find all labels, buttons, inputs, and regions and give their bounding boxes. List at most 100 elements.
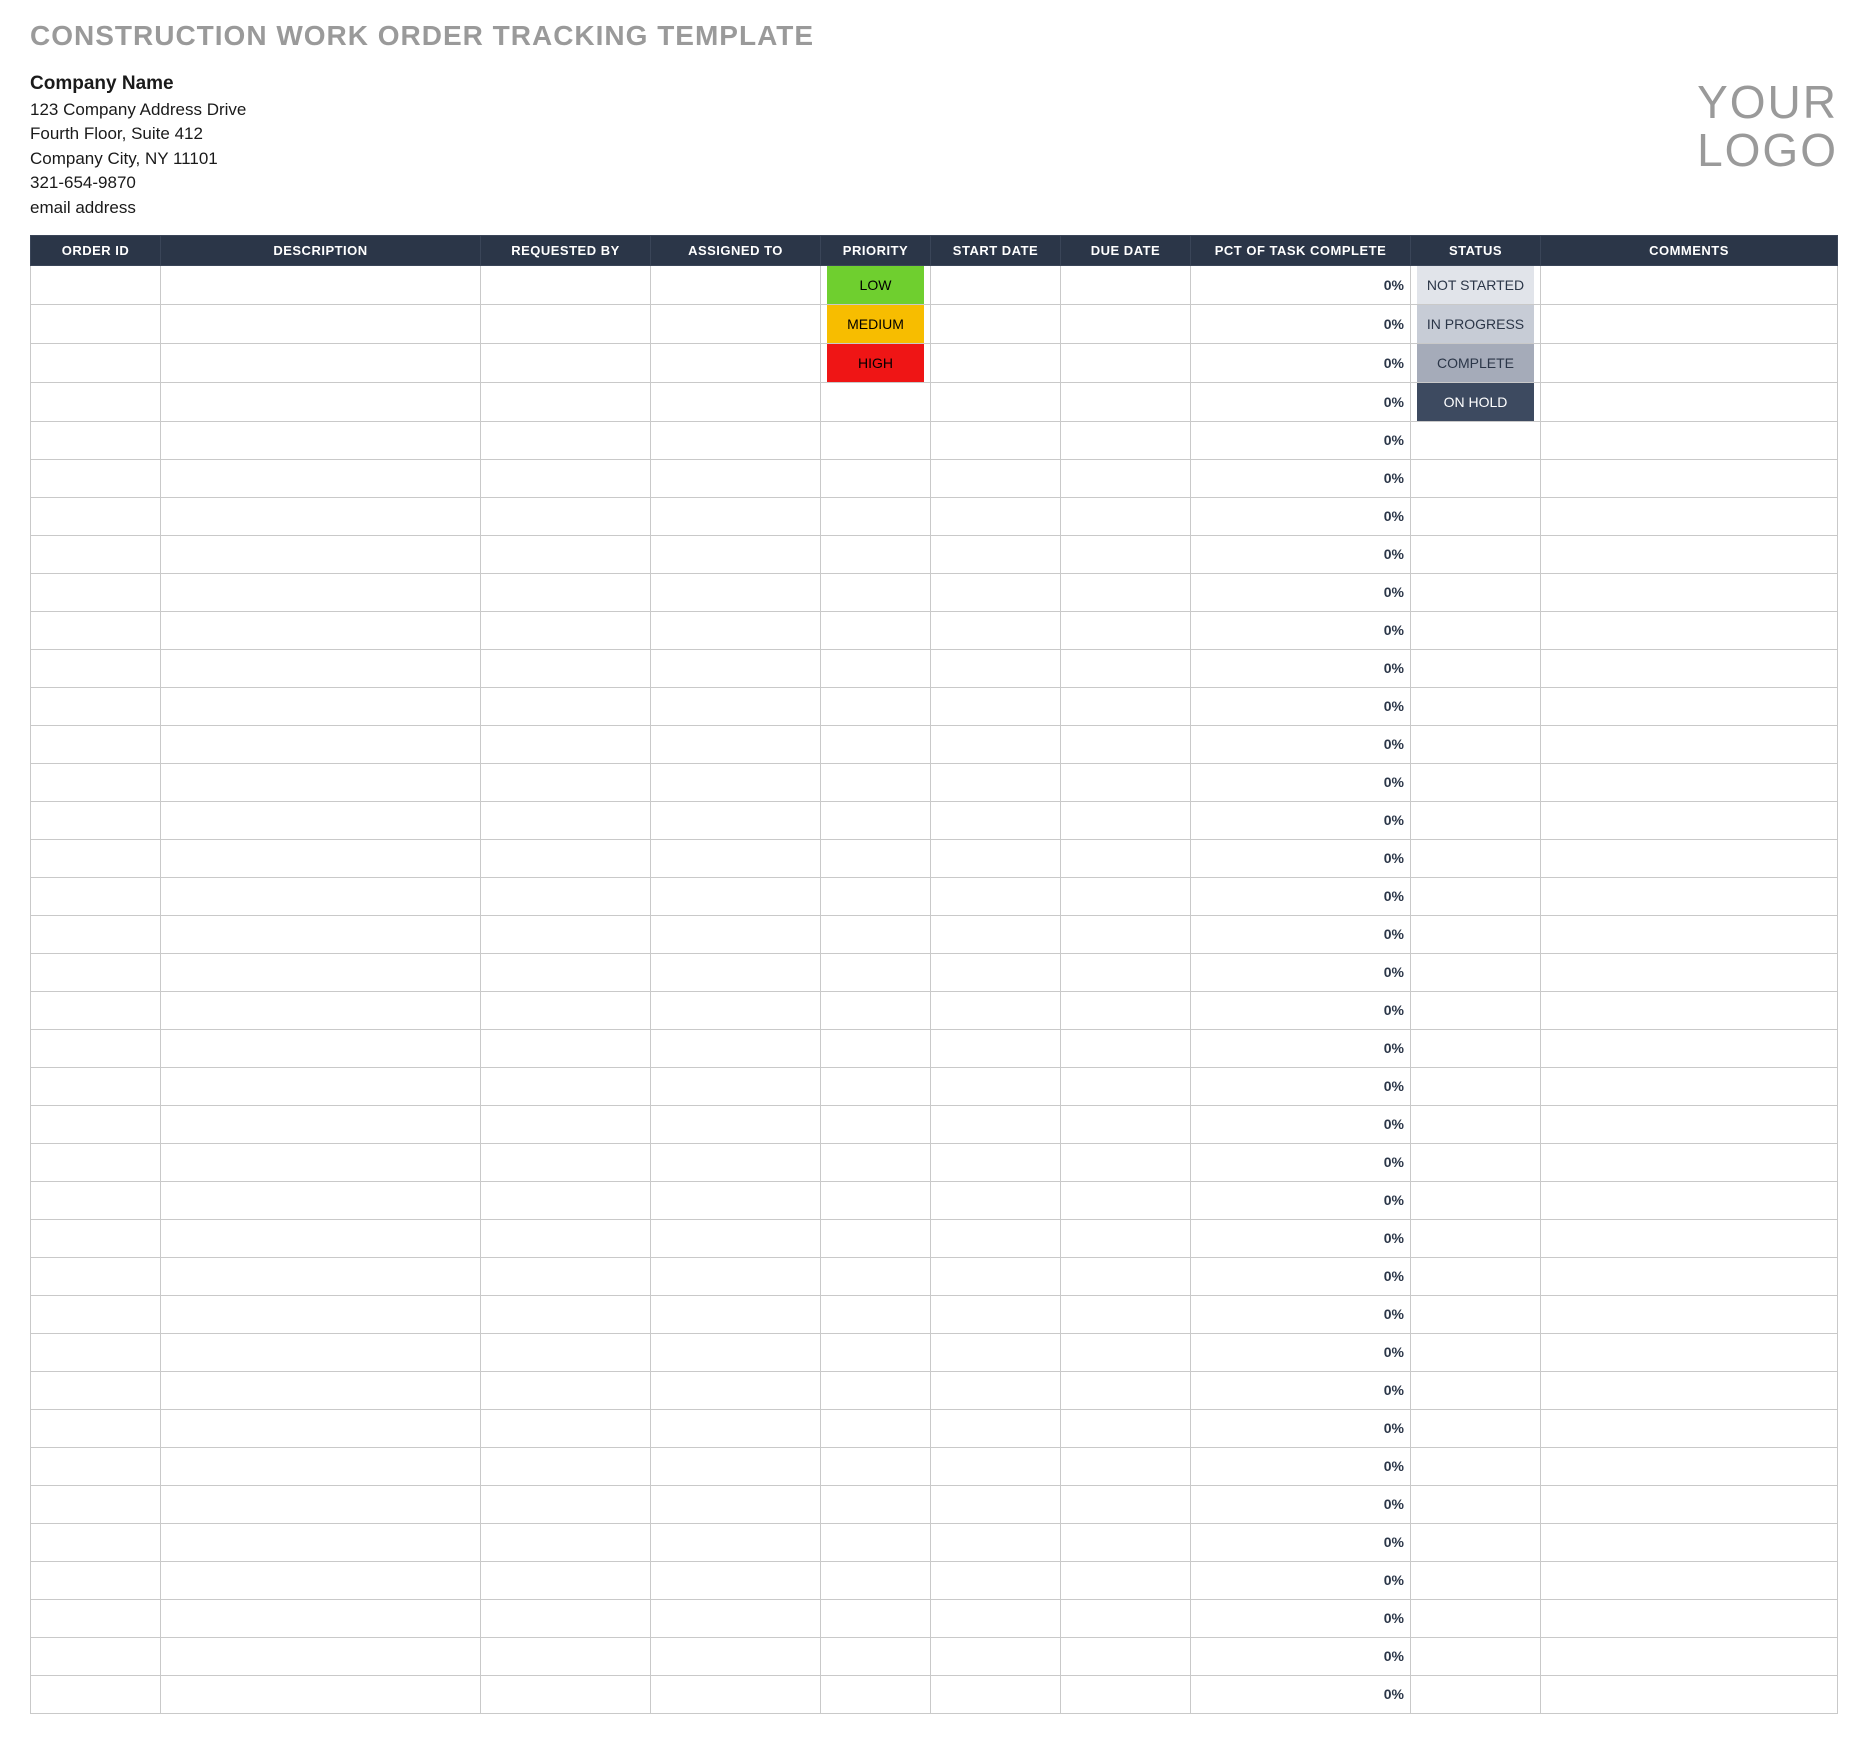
cell-comments[interactable] xyxy=(1541,687,1838,725)
cell-pct-complete[interactable]: 0% xyxy=(1191,535,1411,573)
cell-assigned-to[interactable] xyxy=(651,991,821,1029)
cell-pct-complete[interactable]: 0% xyxy=(1191,1485,1411,1523)
cell-description[interactable] xyxy=(161,1295,481,1333)
cell-comments[interactable] xyxy=(1541,535,1838,573)
cell-assigned-to[interactable] xyxy=(651,1523,821,1561)
cell-start-date[interactable] xyxy=(931,1523,1061,1561)
cell-requested-by[interactable] xyxy=(481,915,651,953)
cell-pct-complete[interactable]: 0% xyxy=(1191,1029,1411,1067)
cell-assigned-to[interactable] xyxy=(651,535,821,573)
cell-start-date[interactable] xyxy=(931,1181,1061,1219)
cell-start-date[interactable] xyxy=(931,1485,1061,1523)
cell-pct-complete[interactable]: 0% xyxy=(1191,1257,1411,1295)
cell-pct-complete[interactable]: 0% xyxy=(1191,1067,1411,1105)
cell-assigned-to[interactable] xyxy=(651,1447,821,1485)
cell-status[interactable] xyxy=(1411,1371,1541,1409)
cell-assigned-to[interactable] xyxy=(651,687,821,725)
cell-order-id[interactable] xyxy=(31,1599,161,1637)
cell-status[interactable] xyxy=(1411,991,1541,1029)
cell-start-date[interactable] xyxy=(931,649,1061,687)
cell-pct-complete[interactable]: 0% xyxy=(1191,382,1411,421)
cell-comments[interactable] xyxy=(1541,1029,1838,1067)
cell-requested-by[interactable] xyxy=(481,763,651,801)
cell-assigned-to[interactable] xyxy=(651,459,821,497)
cell-description[interactable] xyxy=(161,1485,481,1523)
cell-assigned-to[interactable] xyxy=(651,1599,821,1637)
cell-pct-complete[interactable]: 0% xyxy=(1191,915,1411,953)
cell-due-date[interactable] xyxy=(1061,1333,1191,1371)
cell-description[interactable] xyxy=(161,459,481,497)
cell-start-date[interactable] xyxy=(931,877,1061,915)
cell-start-date[interactable] xyxy=(931,687,1061,725)
cell-description[interactable] xyxy=(161,953,481,991)
cell-requested-by[interactable] xyxy=(481,801,651,839)
cell-start-date[interactable] xyxy=(931,611,1061,649)
cell-description[interactable] xyxy=(161,725,481,763)
cell-pct-complete[interactable]: 0% xyxy=(1191,763,1411,801)
cell-due-date[interactable] xyxy=(1061,265,1191,304)
cell-description[interactable] xyxy=(161,1181,481,1219)
cell-comments[interactable] xyxy=(1541,265,1838,304)
cell-priority[interactable] xyxy=(821,497,931,535)
cell-description[interactable] xyxy=(161,382,481,421)
cell-pct-complete[interactable]: 0% xyxy=(1191,573,1411,611)
cell-due-date[interactable] xyxy=(1061,497,1191,535)
cell-start-date[interactable] xyxy=(931,1599,1061,1637)
cell-assigned-to[interactable] xyxy=(651,725,821,763)
cell-description[interactable] xyxy=(161,1067,481,1105)
cell-due-date[interactable] xyxy=(1061,459,1191,497)
cell-pct-complete[interactable]: 0% xyxy=(1191,304,1411,343)
cell-comments[interactable] xyxy=(1541,763,1838,801)
cell-due-date[interactable] xyxy=(1061,1485,1191,1523)
cell-status[interactable] xyxy=(1411,1409,1541,1447)
cell-due-date[interactable] xyxy=(1061,382,1191,421)
cell-start-date[interactable] xyxy=(931,991,1061,1029)
cell-pct-complete[interactable]: 0% xyxy=(1191,1371,1411,1409)
cell-priority[interactable]: HIGH xyxy=(821,343,931,382)
cell-assigned-to[interactable] xyxy=(651,763,821,801)
cell-status[interactable] xyxy=(1411,573,1541,611)
cell-comments[interactable] xyxy=(1541,649,1838,687)
cell-pct-complete[interactable]: 0% xyxy=(1191,343,1411,382)
cell-priority[interactable] xyxy=(821,611,931,649)
cell-comments[interactable] xyxy=(1541,459,1838,497)
cell-priority[interactable] xyxy=(821,1105,931,1143)
cell-priority[interactable] xyxy=(821,1675,931,1713)
cell-description[interactable] xyxy=(161,1257,481,1295)
cell-status[interactable]: COMPLETE xyxy=(1411,343,1541,382)
cell-start-date[interactable] xyxy=(931,573,1061,611)
cell-description[interactable] xyxy=(161,1371,481,1409)
cell-status[interactable] xyxy=(1411,1561,1541,1599)
cell-assigned-to[interactable] xyxy=(651,915,821,953)
cell-assigned-to[interactable] xyxy=(651,1257,821,1295)
cell-assigned-to[interactable] xyxy=(651,1029,821,1067)
cell-assigned-to[interactable] xyxy=(651,839,821,877)
cell-requested-by[interactable] xyxy=(481,1485,651,1523)
cell-comments[interactable] xyxy=(1541,1067,1838,1105)
cell-requested-by[interactable] xyxy=(481,1409,651,1447)
cell-comments[interactable] xyxy=(1541,1561,1838,1599)
cell-assigned-to[interactable] xyxy=(651,1675,821,1713)
cell-start-date[interactable] xyxy=(931,1143,1061,1181)
cell-status[interactable] xyxy=(1411,1257,1541,1295)
cell-pct-complete[interactable]: 0% xyxy=(1191,725,1411,763)
cell-order-id[interactable] xyxy=(31,725,161,763)
cell-requested-by[interactable] xyxy=(481,265,651,304)
cell-start-date[interactable] xyxy=(931,763,1061,801)
cell-requested-by[interactable] xyxy=(481,1105,651,1143)
cell-status[interactable] xyxy=(1411,611,1541,649)
cell-order-id[interactable] xyxy=(31,1409,161,1447)
cell-comments[interactable] xyxy=(1541,801,1838,839)
cell-description[interactable] xyxy=(161,915,481,953)
cell-comments[interactable] xyxy=(1541,573,1838,611)
cell-assigned-to[interactable] xyxy=(651,1333,821,1371)
cell-pct-complete[interactable]: 0% xyxy=(1191,877,1411,915)
cell-description[interactable] xyxy=(161,1333,481,1371)
cell-status[interactable] xyxy=(1411,459,1541,497)
cell-start-date[interactable] xyxy=(931,801,1061,839)
cell-order-id[interactable] xyxy=(31,304,161,343)
cell-order-id[interactable] xyxy=(31,1219,161,1257)
cell-priority[interactable] xyxy=(821,877,931,915)
cell-comments[interactable] xyxy=(1541,1105,1838,1143)
cell-requested-by[interactable] xyxy=(481,1219,651,1257)
